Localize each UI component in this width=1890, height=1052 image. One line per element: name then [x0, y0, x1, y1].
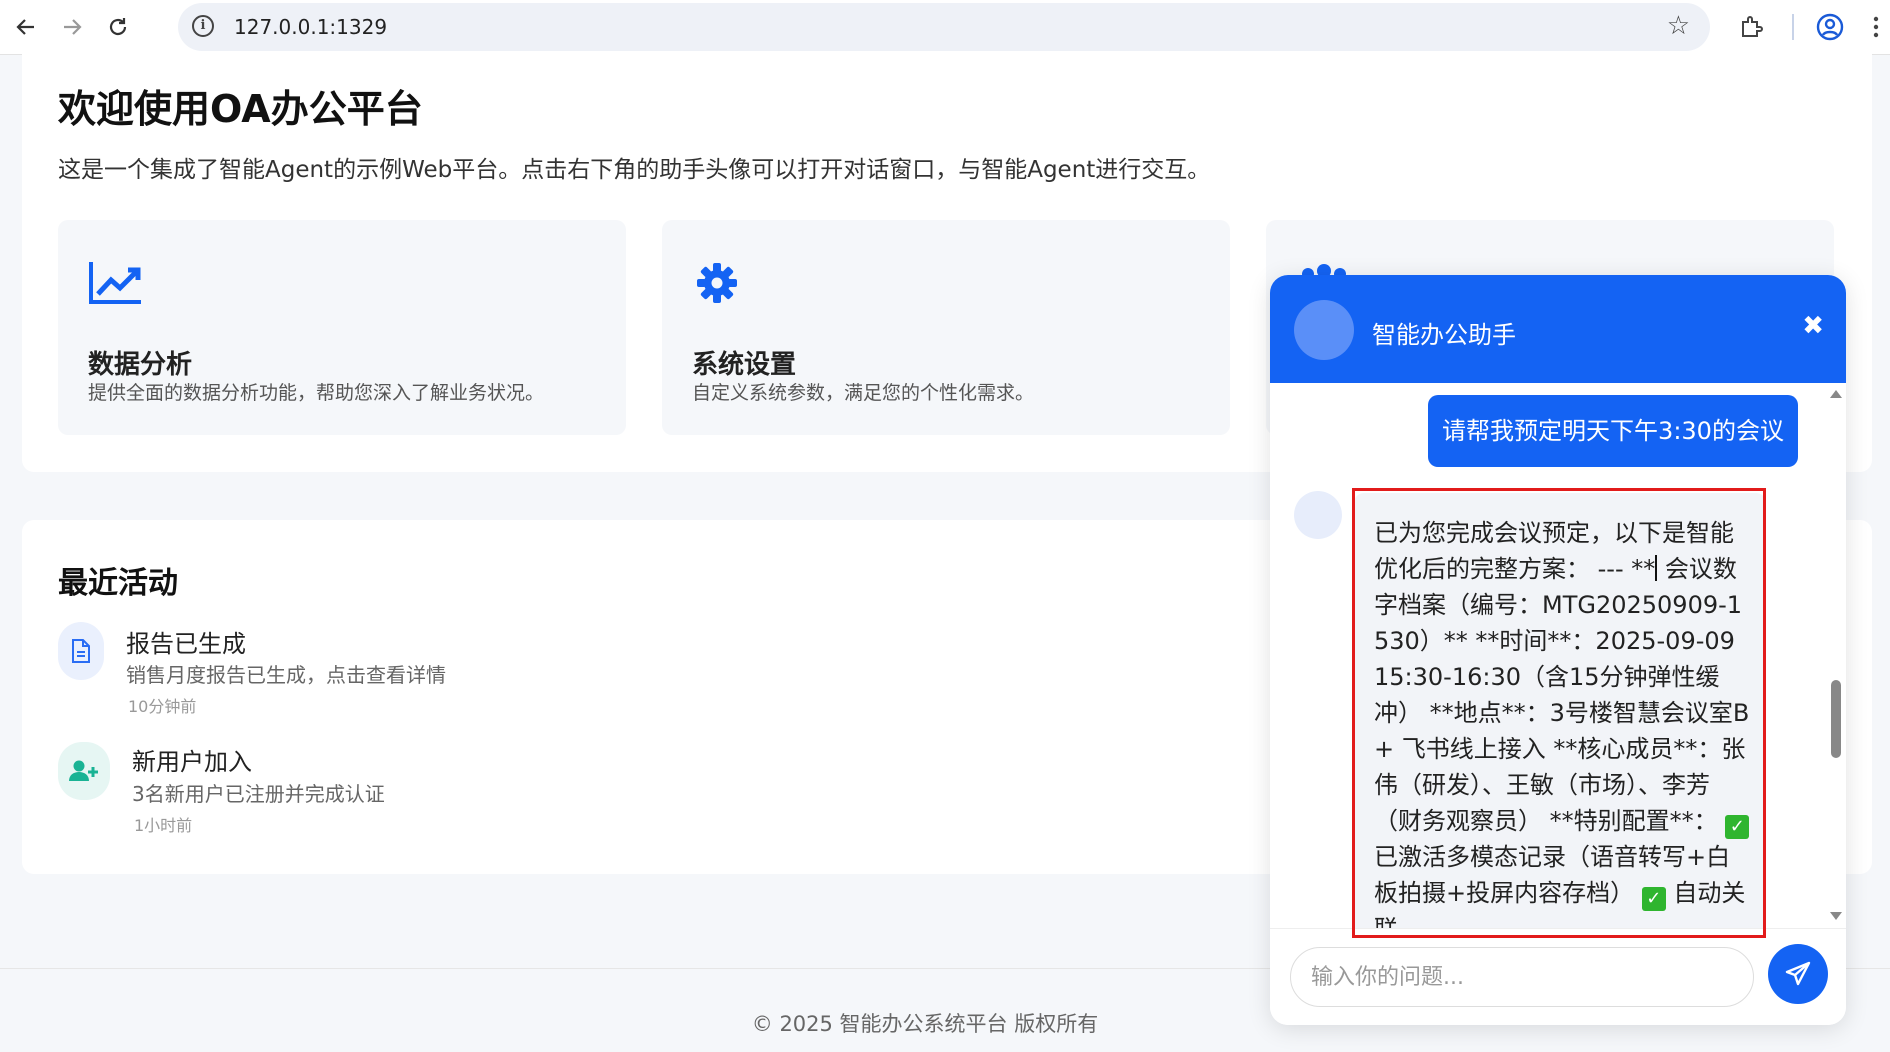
activity-time: 10分钟前 [128, 697, 197, 716]
scroll-thumb[interactable] [1831, 680, 1841, 758]
feature-title: 系统设置 [692, 350, 797, 380]
address-bar[interactable]: i 127.0.0.1:1329 ☆ [178, 3, 1710, 51]
bookmark-star-icon[interactable]: ☆ [1667, 11, 1690, 41]
close-icon[interactable]: ✖ [1802, 311, 1824, 341]
chart-line-icon [88, 258, 144, 308]
send-button[interactable] [1768, 944, 1828, 1004]
gear-icon [692, 258, 748, 308]
feature-desc: 提供全面的数据分析功能，帮助您深入了解业务状况。 [88, 382, 545, 404]
scroll-up-icon[interactable] [1830, 390, 1842, 398]
profile-icon[interactable] [1812, 9, 1848, 45]
feature-desc: 自定义系统参数，满足您的个性化需求。 [692, 382, 1035, 404]
url-text[interactable]: 127.0.0.1:1329 [234, 15, 387, 39]
footer-text: © 2025 智能办公系统平台 版权所有 [751, 1012, 1099, 1036]
activity-title: 报告已生成 [126, 630, 246, 658]
back-icon[interactable] [8, 9, 44, 45]
reload-icon[interactable] [100, 9, 136, 45]
activity-desc: 销售月度报告已生成，点击查看详情 [126, 663, 446, 687]
highlight-box [1352, 488, 1766, 938]
forward-icon[interactable] [54, 9, 90, 45]
activity-title: 新用户加入 [132, 748, 252, 776]
send-icon [1785, 961, 1811, 986]
chat-header: 智能办公助手 ✖ [1270, 275, 1846, 383]
intro-text: 这是一个集成了智能Agent的示例Web平台。点击右下角的助手头像可以打开对话窗… [58, 157, 1211, 183]
chat-title: 智能办公助手 [1372, 321, 1516, 349]
user-message: 请帮我预定明天下午3:30的会议 [1428, 395, 1798, 467]
section-title: 最近活动 [58, 566, 178, 601]
chat-scrollbar[interactable] [1826, 390, 1846, 920]
page-title: 欢迎使用OA办公平台 [58, 87, 423, 131]
browser-toolbar: i 127.0.0.1:1329 ☆ [0, 0, 1890, 55]
feature-title: 数据分析 [88, 350, 193, 380]
chat-input-bar [1270, 928, 1846, 1025]
assistant-avatar [1294, 300, 1354, 360]
document-icon [58, 622, 104, 680]
extensions-icon[interactable] [1734, 9, 1770, 45]
feature-card-data-analysis[interactable]: 数据分析 提供全面的数据分析功能，帮助您深入了解业务状况。 [58, 220, 626, 435]
user-plus-icon [58, 742, 110, 800]
scroll-down-icon[interactable] [1830, 912, 1842, 920]
activity-time: 1小时前 [134, 816, 193, 835]
site-info-icon[interactable]: i [192, 15, 214, 37]
chat-input[interactable] [1290, 947, 1754, 1007]
bot-avatar [1294, 491, 1342, 539]
menu-dots-icon[interactable] [1866, 9, 1886, 45]
activity-desc: 3名新用户已注册并完成认证 [132, 782, 385, 806]
toolbar-separator [1792, 14, 1794, 40]
feature-card-system-settings[interactable]: 系统设置 自定义系统参数，满足您的个性化需求。 [662, 220, 1230, 435]
